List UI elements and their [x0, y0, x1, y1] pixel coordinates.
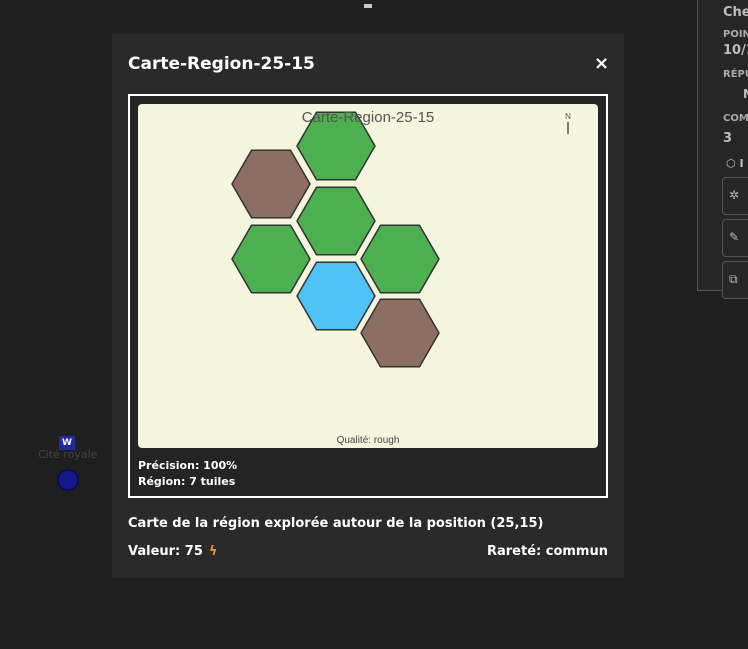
item-rarity: Rareté: commun: [486, 544, 608, 559]
item-description: Carte de la région explorée autour de la…: [128, 516, 544, 531]
value-text: Valeur: 75: [128, 544, 203, 559]
city-marker-label: Cité royale: [38, 448, 98, 461]
hex-tile-forest: [360, 224, 440, 294]
map-preview-frame: Carte-Region-25-15 N Qualité: rough Préc…: [128, 94, 608, 498]
comp-label: COM: [723, 113, 748, 124]
region-map: Carte-Region-25-15 N Qualité: rough: [138, 104, 598, 448]
hex-tile-forest: [296, 186, 376, 256]
item-value: Valeur: 75 ϟ: [128, 544, 217, 559]
lightning-icon: ϟ: [208, 544, 218, 559]
points-value: 10/1: [723, 43, 748, 58]
compass-letter: N: [565, 112, 571, 121]
character-panel: Chev POIN 10/1 RÉPU N COM 3 ⬡ I ✲ ✎ ⧉: [697, 0, 748, 299]
city-marker-dot[interactable]: [57, 469, 79, 491]
item-detail-modal: Carte-Region-25-15 × Carte-Region-25-15 …: [112, 34, 624, 578]
hex-tile-mountain: [360, 298, 440, 368]
inventory-slot-3[interactable]: ⧉: [722, 261, 748, 299]
map-title: Carte-Region-25-15: [302, 109, 435, 126]
map-quality-label: Qualité: rough: [337, 435, 400, 446]
background-dash: [364, 4, 372, 8]
hex-tile-forest: [231, 224, 311, 294]
points-label: POIN: [723, 29, 748, 40]
reputation-value: N: [743, 87, 748, 101]
cube-icon: ⬡: [726, 157, 736, 170]
sparkle-icon: ✲: [729, 188, 740, 202]
modal-title: Carte-Region-25-15: [128, 54, 315, 74]
comp-value: 3: [723, 131, 733, 146]
hex-map-svg: Carte-Region-25-15 N Qualité: rough: [231, 109, 571, 446]
hex-tile-water: [296, 261, 376, 331]
inventory-header: ⬡ I: [726, 157, 744, 170]
reputation-label: RÉPU: [723, 69, 748, 80]
region-text: Région: 7 tuiles: [138, 475, 236, 488]
pen-icon: ✎: [729, 230, 740, 244]
close-button[interactable]: ×: [594, 53, 609, 74]
hex-tile-mountain: [231, 149, 311, 219]
character-name: Chev: [723, 5, 748, 20]
scroll-icon: ⧉: [729, 272, 738, 286]
map-stats: Précision: 100% Région: 7 tuiles: [138, 458, 237, 490]
inventory-slot-1[interactable]: ✲: [722, 177, 748, 215]
inventory-slot-2[interactable]: ✎: [722, 219, 748, 257]
precision-text: Précision: 100%: [138, 459, 238, 472]
inventory-label: I: [739, 157, 744, 170]
